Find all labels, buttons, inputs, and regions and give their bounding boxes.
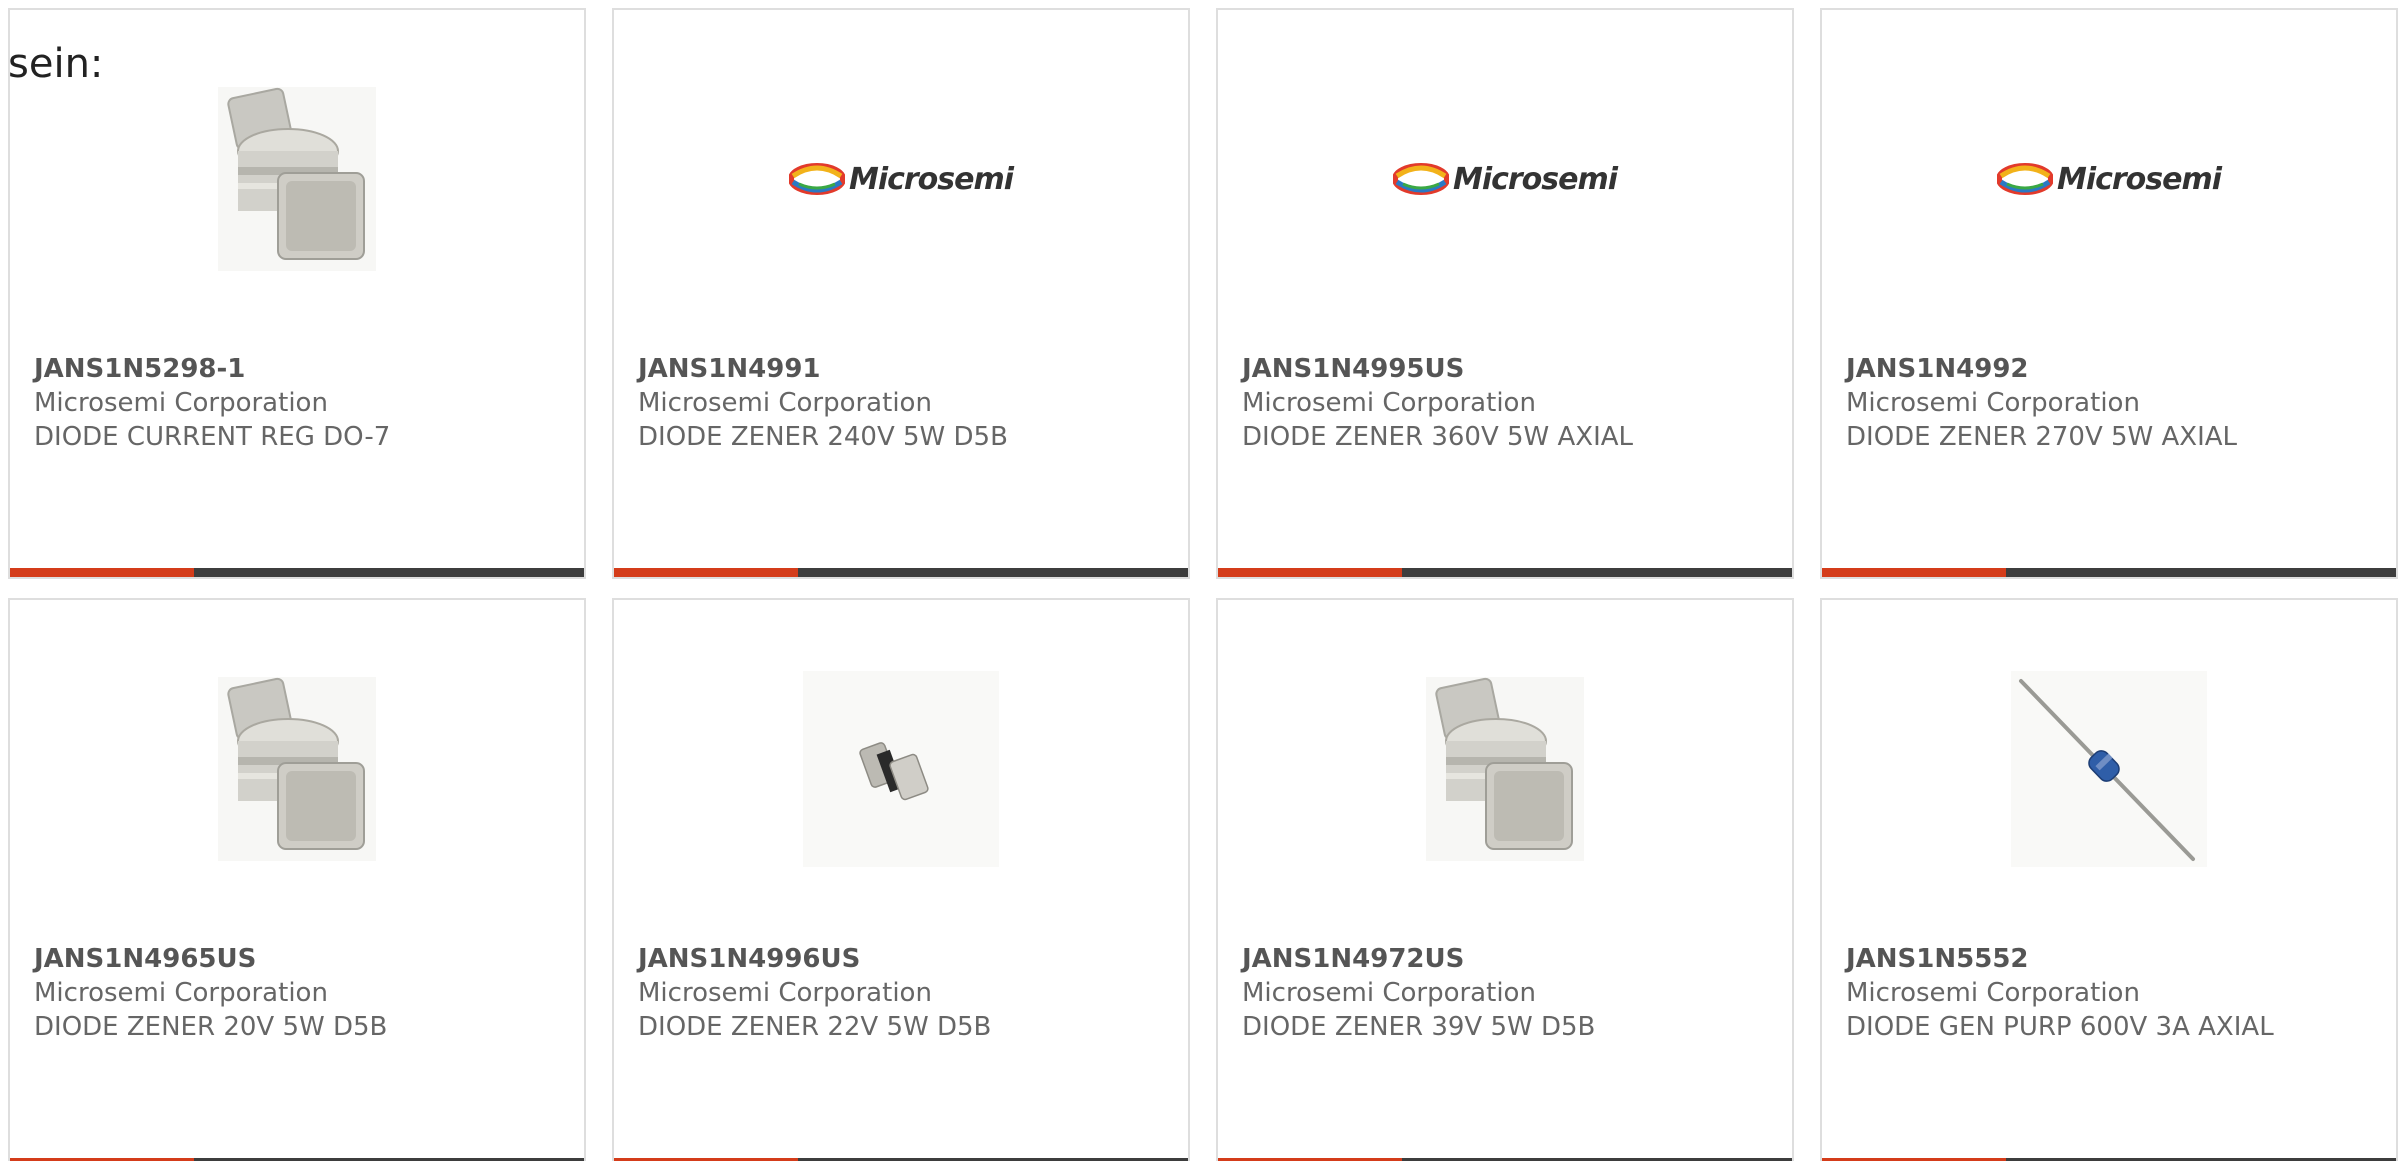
manufacturer: Microsemi Corporation bbox=[1242, 978, 1536, 1008]
product-card[interactable]: JANS1N5298-1 Microsemi Corporation DIODE… bbox=[8, 8, 586, 579]
metal-can-diode-icon bbox=[197, 669, 397, 869]
part-number[interactable]: JANS1N5552 bbox=[1846, 942, 2380, 976]
product-info: JANS1N4965US Microsemi Corporation DIODE… bbox=[34, 942, 568, 1044]
card-bottom-bar bbox=[1822, 568, 2396, 577]
card-accent-bar bbox=[10, 568, 194, 577]
microsemi-swirl-icon bbox=[788, 163, 845, 195]
description: DIODE ZENER 22V 5W D5B bbox=[638, 1012, 992, 1042]
description: DIODE ZENER 20V 5W D5B bbox=[34, 1012, 388, 1042]
manufacturer: Microsemi Corporation bbox=[1846, 388, 2140, 418]
description: DIODE ZENER 240V 5W D5B bbox=[638, 422, 1008, 452]
description: DIODE ZENER 270V 5W AXIAL bbox=[1846, 422, 2238, 452]
product-info: JANS1N5552 Microsemi Corporation DIODE G… bbox=[1846, 942, 2380, 1044]
microsemi-swirl-icon bbox=[1392, 163, 1449, 195]
description: DIODE ZENER 39V 5W D5B bbox=[1242, 1012, 1596, 1042]
manufacturer: Microsemi Corporation bbox=[34, 978, 328, 1008]
card-bottom-bar bbox=[1218, 568, 1792, 577]
card-accent-bar bbox=[1218, 568, 1402, 577]
manufacturer: Microsemi Corporation bbox=[34, 388, 328, 418]
microsemi-logo: Microsemi bbox=[1996, 79, 2222, 279]
microsemi-logo: Microsemi bbox=[788, 79, 1014, 279]
part-number[interactable]: JANS1N4972US bbox=[1242, 942, 1776, 976]
small-smd-diode-icon bbox=[801, 669, 1001, 869]
product-card[interactable]: JANS1N4972US Microsemi Corporation DIODE… bbox=[1216, 598, 1794, 1161]
manufacturer: Microsemi Corporation bbox=[638, 388, 932, 418]
logo-text: Microsemi bbox=[1452, 161, 1618, 197]
part-number[interactable]: JANS1N4996US bbox=[638, 942, 1172, 976]
product-info: JANS1N4992 Microsemi Corporation DIODE Z… bbox=[1846, 352, 2380, 454]
page: JANS1N5298-1 Microsemi Corporation DIODE… bbox=[0, 0, 2400, 1161]
part-number[interactable]: JANS1N4995US bbox=[1242, 352, 1776, 386]
description: DIODE GEN PURP 600V 3A AXIAL bbox=[1846, 1012, 2274, 1042]
product-card[interactable]: Microsemi JANS1N4995US Microsemi Corpora… bbox=[1216, 8, 1794, 579]
product-info: JANS1N4991 Microsemi Corporation DIODE Z… bbox=[638, 352, 1172, 454]
description: DIODE ZENER 360V 5W AXIAL bbox=[1242, 422, 1634, 452]
product-info: JANS1N4972US Microsemi Corporation DIODE… bbox=[1242, 942, 1776, 1044]
manufacturer: Microsemi Corporation bbox=[1846, 978, 2140, 1008]
card-accent-bar bbox=[1822, 568, 2006, 577]
product-card[interactable]: Microsemi JANS1N4991 Microsemi Corporati… bbox=[612, 8, 1190, 579]
product-card[interactable]: JANS1N5552 Microsemi Corporation DIODE G… bbox=[1820, 598, 2398, 1161]
microsemi-swirl-icon bbox=[1996, 163, 2053, 195]
part-number[interactable]: JANS1N4991 bbox=[638, 352, 1172, 386]
axial-lead-diode-icon bbox=[2009, 669, 2209, 869]
product-info: JANS1N4996US Microsemi Corporation DIODE… bbox=[638, 942, 1172, 1044]
card-accent-bar bbox=[614, 568, 798, 577]
product-card[interactable]: JANS1N4996US Microsemi Corporation DIODE… bbox=[612, 598, 1190, 1161]
intro-text: sein: bbox=[8, 41, 104, 87]
product-grid: JANS1N5298-1 Microsemi Corporation DIODE… bbox=[8, 8, 2400, 1161]
card-bottom-bar bbox=[10, 568, 584, 577]
part-number[interactable]: JANS1N5298-1 bbox=[34, 352, 568, 386]
microsemi-logo: Microsemi bbox=[1392, 79, 1618, 279]
card-bottom-bar bbox=[614, 568, 1188, 577]
logo-text: Microsemi bbox=[2056, 161, 2222, 197]
product-info: JANS1N4995US Microsemi Corporation DIODE… bbox=[1242, 352, 1776, 454]
product-card[interactable]: JANS1N4965US Microsemi Corporation DIODE… bbox=[8, 598, 586, 1161]
manufacturer: Microsemi Corporation bbox=[638, 978, 932, 1008]
logo-text: Microsemi bbox=[848, 161, 1014, 197]
product-info: JANS1N5298-1 Microsemi Corporation DIODE… bbox=[34, 352, 568, 454]
metal-can-diode-icon bbox=[197, 79, 397, 279]
product-card[interactable]: Microsemi JANS1N4992 Microsemi Corporati… bbox=[1820, 8, 2398, 579]
manufacturer: Microsemi Corporation bbox=[1242, 388, 1536, 418]
part-number[interactable]: JANS1N4965US bbox=[34, 942, 568, 976]
metal-can-diode-icon bbox=[1405, 669, 1605, 869]
description: DIODE CURRENT REG DO-7 bbox=[34, 422, 391, 452]
part-number[interactable]: JANS1N4992 bbox=[1846, 352, 2380, 386]
